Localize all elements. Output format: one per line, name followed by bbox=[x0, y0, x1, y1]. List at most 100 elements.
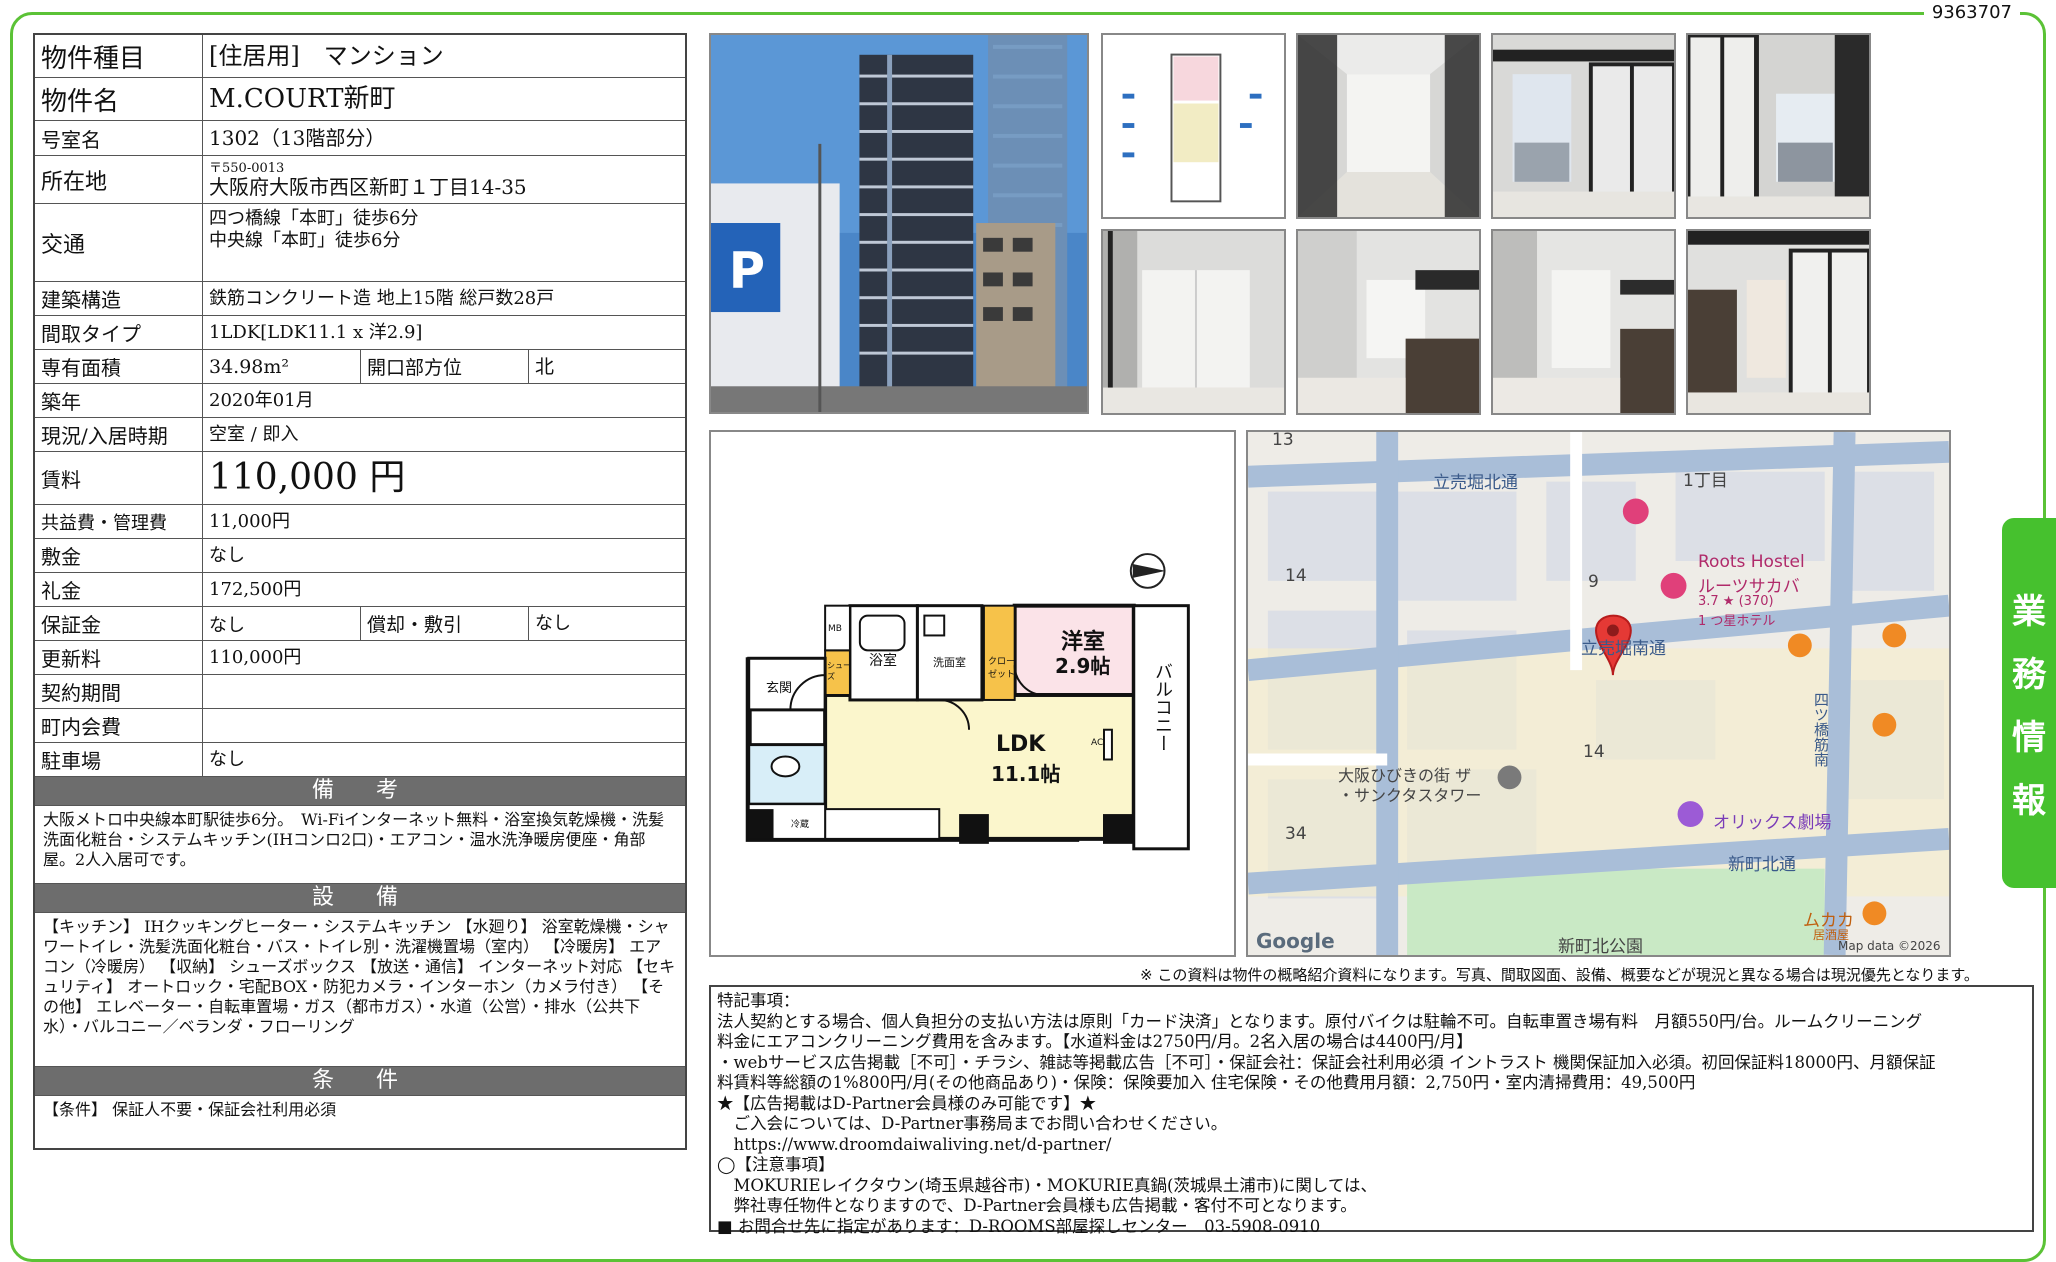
built-value: 2020年01月 bbox=[209, 389, 314, 411]
ldk-size: 11.1帖 bbox=[991, 762, 1061, 786]
map-label: 3.7 ★ (370) bbox=[1698, 594, 1774, 609]
map-label: 14 bbox=[1583, 742, 1605, 762]
renew-label: 更新料 bbox=[35, 641, 203, 674]
floorplan-thumbnail[interactable] bbox=[1101, 33, 1286, 219]
traffic-line: 中央線「本町」徒歩6分 bbox=[209, 230, 401, 251]
special-line: 料賃料等総額の1%800円/月(その他商品あり)・保険：保険要加入 住宅保険・そ… bbox=[717, 1073, 1696, 1092]
special-line: ◯【注意事項】 bbox=[717, 1155, 835, 1174]
fee-value: 11,000円 bbox=[209, 510, 290, 532]
map-label: 立売堀北通 bbox=[1433, 473, 1518, 493]
side-tab-char: 情 bbox=[2012, 718, 2046, 758]
row-rent: 賃料 110,000 円 bbox=[35, 452, 685, 505]
row-status: 現況/入居時期 空室 / 即入 bbox=[35, 418, 685, 452]
rent-label: 賃料 bbox=[35, 452, 203, 504]
status-label: 現況/入居時期 bbox=[35, 418, 203, 451]
key-label: 礼金 bbox=[35, 573, 203, 606]
special-line: MOKURIEレイクタウン(埼玉県越谷市)・MOKURIE真鍋(茨城県土浦市)に… bbox=[717, 1175, 1378, 1195]
remarks-heading: 備 考 bbox=[35, 777, 685, 806]
traffic-value: 四つ橋線「本町」徒歩6分 中央線「本町」徒歩6分 bbox=[203, 204, 685, 281]
balcony-label: バルコニー bbox=[1152, 662, 1173, 752]
room-photo[interactable] bbox=[1686, 33, 1871, 219]
traffic-line: 四つ橋線「本町」徒歩6分 bbox=[209, 208, 419, 229]
side-tab-char: 報 bbox=[2012, 781, 2046, 821]
map-label: 新町北公園 bbox=[1558, 937, 1643, 957]
traffic-label: 交通 bbox=[35, 204, 203, 281]
special-line: 法人契約とする場合、個人負担分の支払い方法は原則「カード決済」となります。原付バ… bbox=[717, 1011, 1923, 1031]
status-value: 空室 / 即入 bbox=[209, 423, 299, 445]
remarks-text: 大阪メトロ中央線本町駅徒歩6分。 Wi-Fiインターネット無料・浴室換気乾燥機・… bbox=[35, 806, 685, 884]
location-map[interactable]: 13 立売堀北通 1丁目 14 9 Roots Hostel ルーツサカバ 3.… bbox=[1246, 430, 1951, 957]
google-logo: Google bbox=[1256, 929, 1335, 953]
parking-value: なし bbox=[209, 748, 245, 770]
row-address: 所在地 〒550-0013 大阪府大阪市西区新町１丁目14-35 bbox=[35, 156, 685, 204]
room-photo[interactable] bbox=[1101, 229, 1286, 415]
row-kind: 物件種目 [住居用] マンション bbox=[35, 35, 685, 78]
assoc-label: 町内会費 bbox=[35, 709, 203, 742]
guarantee-value: なし bbox=[203, 607, 361, 640]
bath-label: 浴室 bbox=[869, 653, 897, 669]
side-tab-char: 業 bbox=[2012, 592, 2046, 632]
svg-text:P: P bbox=[729, 241, 765, 299]
address-text: 大阪府大阪市西区新町１丁目14-35 bbox=[209, 175, 527, 199]
refrigerator-label: 冷蔵 bbox=[791, 820, 810, 830]
direction-label: 開口部方位 bbox=[361, 350, 529, 383]
row-traffic: 交通 四つ橋線「本町」徒歩6分 中央線「本町」徒歩6分 bbox=[35, 204, 685, 282]
conditions-text: 【条件】 保証人不要・保証会社利用必須 bbox=[43, 1100, 337, 1119]
row-period: 契約期間 bbox=[35, 675, 685, 709]
name-label: 物件名 bbox=[35, 78, 203, 120]
closet-label: クロー ゼット bbox=[988, 657, 1016, 680]
row-deposit: 敷金 なし bbox=[35, 539, 685, 573]
disclaimer-note: ※ この資料は物件の概略紹介資料になります。写真、間取図面、設備、概要などが現況… bbox=[1140, 966, 1979, 984]
room-photo[interactable] bbox=[1491, 229, 1676, 415]
special-line: ・webサービス広告掲載［不可］・チラシ、雑誌等掲載広告［不可］・保証会社：保証… bbox=[717, 1052, 1936, 1072]
special-line: ご入会については、D-Partner事務局までお問い合わせください。 bbox=[717, 1114, 1228, 1133]
address-label: 所在地 bbox=[35, 156, 203, 203]
equipment-heading: 設 備 bbox=[35, 884, 685, 913]
row-name: 物件名 M.COURT新町 bbox=[35, 78, 685, 121]
layout-value: 1LDK[LDK11.1 x 洋2.9] bbox=[209, 321, 423, 343]
mb-label: MB bbox=[828, 624, 842, 634]
room-photo[interactable] bbox=[1296, 229, 1481, 415]
rent-value: 110,000 円 bbox=[209, 457, 406, 498]
row-built: 築年 2020年01月 bbox=[35, 384, 685, 418]
property-table: 物件種目 [住居用] マンション 物件名 M.COURT新町 号室名 1302（… bbox=[33, 33, 687, 1150]
assoc-value bbox=[203, 709, 685, 742]
key-value: 172,500円 bbox=[209, 578, 302, 600]
address-value: 〒550-0013 大阪府大阪市西区新町１丁目14-35 bbox=[203, 156, 685, 203]
layout-label: 間取タイプ bbox=[35, 316, 203, 349]
map-label: 34 bbox=[1285, 824, 1307, 844]
washroom-label: 洗面室 bbox=[933, 656, 966, 669]
row-parking: 駐車場 なし bbox=[35, 743, 685, 777]
row-renew: 更新料 110,000円 bbox=[35, 641, 685, 675]
amort-label: 償却・敷引 bbox=[361, 607, 529, 640]
conditions-heading: 条 件 bbox=[35, 1067, 685, 1096]
entrance-label: 玄関 bbox=[766, 681, 793, 696]
room-photo[interactable] bbox=[1686, 229, 1871, 415]
special-line: 特記事項： bbox=[717, 991, 800, 1010]
room-photo[interactable] bbox=[1296, 33, 1481, 219]
special-line: 弊社専任物件となりますので、D-Partner会員様も広告掲載・客付不可となりま… bbox=[717, 1196, 1357, 1215]
map-label: オリックス劇場 bbox=[1713, 813, 1832, 833]
map-label: 1 つ星ホテル bbox=[1698, 614, 1776, 629]
western-room-size: 2.9帖 bbox=[1055, 654, 1111, 678]
deposit-value: なし bbox=[209, 544, 245, 566]
row-assoc: 町内会費 bbox=[35, 709, 685, 743]
amort-value: なし bbox=[535, 612, 571, 634]
ldk-label: LDK bbox=[996, 732, 1046, 757]
map-label: Roots Hostel bbox=[1698, 552, 1805, 572]
name-value: M.COURT新町 bbox=[209, 84, 396, 114]
room-photo[interactable] bbox=[1491, 33, 1676, 219]
row-room: 号室名 1302（13階部分） bbox=[35, 121, 685, 156]
map-label: 13 bbox=[1272, 430, 1294, 450]
shoe-box-label: シュー ズ bbox=[827, 661, 851, 681]
special-line[interactable]: https://www.droomdaiwaliving.net/d-partn… bbox=[717, 1135, 2026, 1156]
business-info-tab[interactable]: 業 務 情 報 bbox=[2002, 518, 2056, 888]
map-label: ・サンクタスタワー bbox=[1338, 786, 1482, 805]
period-value bbox=[203, 675, 685, 708]
equipment-text: 【キッチン】 IHクッキングヒーター・システムキッチン 【水廻り】 浴室乾燥機・… bbox=[35, 913, 685, 1067]
special-notes-box: 特記事項： 法人契約とする場合、個人負担分の支払い方法は原則「カード決済」となり… bbox=[709, 985, 2034, 1236]
map-attribution: Map data ©2026 bbox=[1838, 939, 1941, 953]
row-fee: 共益費・管理費 11,000円 bbox=[35, 505, 685, 539]
building-exterior-photo[interactable]: P bbox=[709, 33, 1089, 414]
row-layout: 間取タイプ 1LDK[LDK11.1 x 洋2.9] bbox=[35, 316, 685, 350]
